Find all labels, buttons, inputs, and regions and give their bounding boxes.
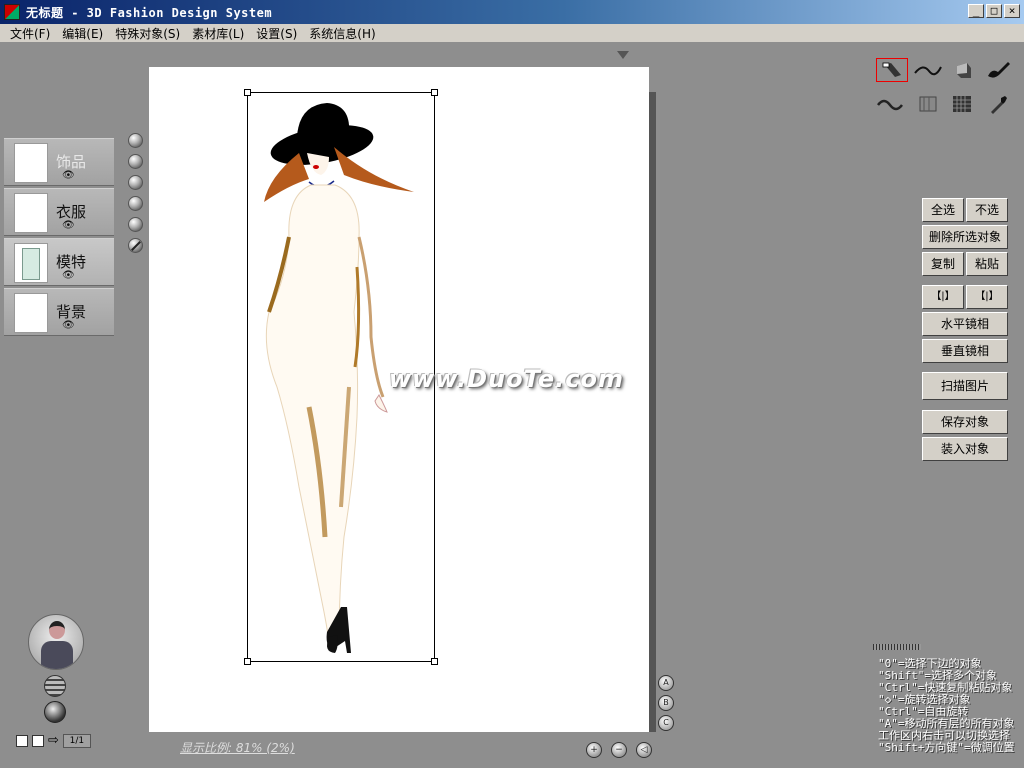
- menu-bar: 文件(F) 编辑(E) 特殊对象(S) 素材库(L) 设置(S) 系统信息(H): [0, 24, 1024, 42]
- keyboard-hints: "0"=选择下边的对象 "Shift"=选择多个对象 "Ctrl"=快速复制粘贴…: [878, 658, 1024, 754]
- eraser-icon[interactable]: [876, 58, 908, 82]
- zoom-ratio: 显示比例: 81% (2%): [180, 741, 295, 755]
- maximize-button[interactable]: □: [986, 4, 1002, 18]
- menu-file[interactable]: 文件(F): [4, 25, 56, 42]
- sphere-icon[interactable]: [44, 701, 66, 723]
- window-title: 无标题 - 3D Fashion Design System: [26, 6, 273, 20]
- page-icon[interactable]: [16, 734, 28, 747]
- send-back-button[interactable]: 【|】: [922, 285, 964, 309]
- b-button[interactable]: B: [658, 695, 674, 711]
- avatar-body: [41, 641, 73, 669]
- workspace: 饰品 👁 衣服 👁 模特 👁 背景 👁 ⇨ 1/1 www.DuoTe.com …: [0, 42, 1024, 768]
- wave-icon[interactable]: [876, 92, 908, 116]
- menu-library[interactable]: 素材库(L): [186, 25, 250, 42]
- horizontal-mirror-button[interactable]: 水平镜相: [922, 312, 1008, 336]
- layer-panel: 饰品 👁 衣服 👁 模特 👁 背景 👁: [4, 138, 114, 338]
- scan-image-button[interactable]: 扫描图片: [922, 372, 1008, 400]
- layer-thumbnail: [14, 143, 48, 183]
- page-controls: ⇨ 1/1: [16, 733, 91, 748]
- eye-icon[interactable]: 👁: [62, 320, 75, 331]
- layer-ball-button[interactable]: [128, 154, 143, 169]
- title-bar: 无标题 - 3D Fashion Design System _ □ ×: [0, 0, 1024, 24]
- c-button[interactable]: C: [658, 715, 674, 731]
- texture-globe-icon[interactable]: [44, 675, 66, 697]
- zoom-reset-button[interactable]: ◁: [636, 742, 652, 758]
- disable-ball-button[interactable]: [128, 238, 143, 253]
- design-canvas[interactable]: www.DuoTe.com: [149, 67, 649, 732]
- layer-ball-button[interactable]: [128, 217, 143, 232]
- save-object-button[interactable]: 保存对象: [922, 410, 1008, 434]
- hint-divider: [873, 644, 921, 650]
- layer-thumbnail: [14, 193, 48, 233]
- curve-icon[interactable]: [912, 58, 944, 82]
- close-button[interactable]: ×: [1004, 4, 1020, 18]
- arrow-right-icon[interactable]: ⇨: [48, 733, 59, 748]
- layer-label: 饰品: [56, 153, 87, 171]
- zoom-in-button[interactable]: +: [586, 742, 602, 758]
- menu-special-objects[interactable]: 特殊对象(S): [109, 25, 186, 42]
- menu-edit[interactable]: 编辑(E): [56, 25, 109, 42]
- layer-ball-button[interactable]: [128, 196, 143, 211]
- model-thumbnail: [22, 248, 40, 280]
- vertical-mirror-button[interactable]: 垂直镜相: [922, 339, 1008, 363]
- layer-model[interactable]: 模特 👁: [4, 238, 114, 286]
- eye-icon[interactable]: 👁: [62, 170, 75, 181]
- resize-handle[interactable]: [244, 658, 251, 665]
- resize-handle[interactable]: [431, 89, 438, 96]
- resize-handle[interactable]: [244, 89, 251, 96]
- menu-system-info[interactable]: 系统信息(H): [303, 25, 381, 42]
- layer-thumbnail: [14, 293, 48, 333]
- layer-clothes[interactable]: 衣服 👁: [4, 188, 114, 236]
- cube-icon[interactable]: [948, 58, 980, 82]
- layer-label: 模特: [56, 253, 87, 271]
- paste-button[interactable]: 粘贴: [966, 252, 1008, 276]
- layer-accessories[interactable]: 饰品 👁: [4, 138, 114, 186]
- zoom-out-button[interactable]: −: [611, 742, 627, 758]
- hint-line: "Shift+方向键"=微调位置: [878, 741, 1015, 754]
- window-controls: _ □ ×: [968, 4, 1020, 18]
- fabric-icon[interactable]: [912, 92, 944, 116]
- avatar-head: [49, 621, 65, 639]
- eye-icon[interactable]: 👁: [62, 220, 75, 231]
- menu-settings[interactable]: 设置(S): [250, 25, 303, 42]
- minimize-button[interactable]: _: [968, 4, 984, 18]
- app-logo-icon[interactable]: [4, 4, 20, 20]
- bring-front-button[interactable]: 【|】: [966, 285, 1008, 309]
- a-button[interactable]: A: [658, 675, 674, 691]
- copy-button[interactable]: 复制: [922, 252, 964, 276]
- layer-ball-buttons: [128, 133, 146, 259]
- watermark: www.DuoTe.com: [389, 365, 624, 393]
- deselect-button[interactable]: 不选: [966, 198, 1008, 222]
- layer-thumbnail: [14, 243, 48, 283]
- resize-handle[interactable]: [431, 658, 438, 665]
- layer-label: 背景: [56, 303, 87, 321]
- delete-selected-button[interactable]: 删除所选对象: [922, 225, 1008, 249]
- layer-ball-button[interactable]: [128, 175, 143, 190]
- brush-icon[interactable]: [982, 58, 1014, 82]
- triangle-marker-icon: [617, 51, 629, 59]
- load-object-button[interactable]: 装入对象: [922, 437, 1008, 461]
- page-indicator: 1/1: [62, 733, 91, 748]
- page-copy-icon[interactable]: [32, 734, 44, 747]
- model-avatar[interactable]: [28, 614, 84, 670]
- layer-background[interactable]: 背景 👁: [4, 288, 114, 336]
- eye-icon[interactable]: 👁: [62, 270, 75, 281]
- select-all-button[interactable]: 全选: [922, 198, 964, 222]
- dropper-icon[interactable]: [982, 92, 1014, 116]
- layer-ball-button[interactable]: [128, 133, 143, 148]
- layer-label: 衣服: [56, 203, 87, 221]
- grid-icon[interactable]: [946, 92, 978, 116]
